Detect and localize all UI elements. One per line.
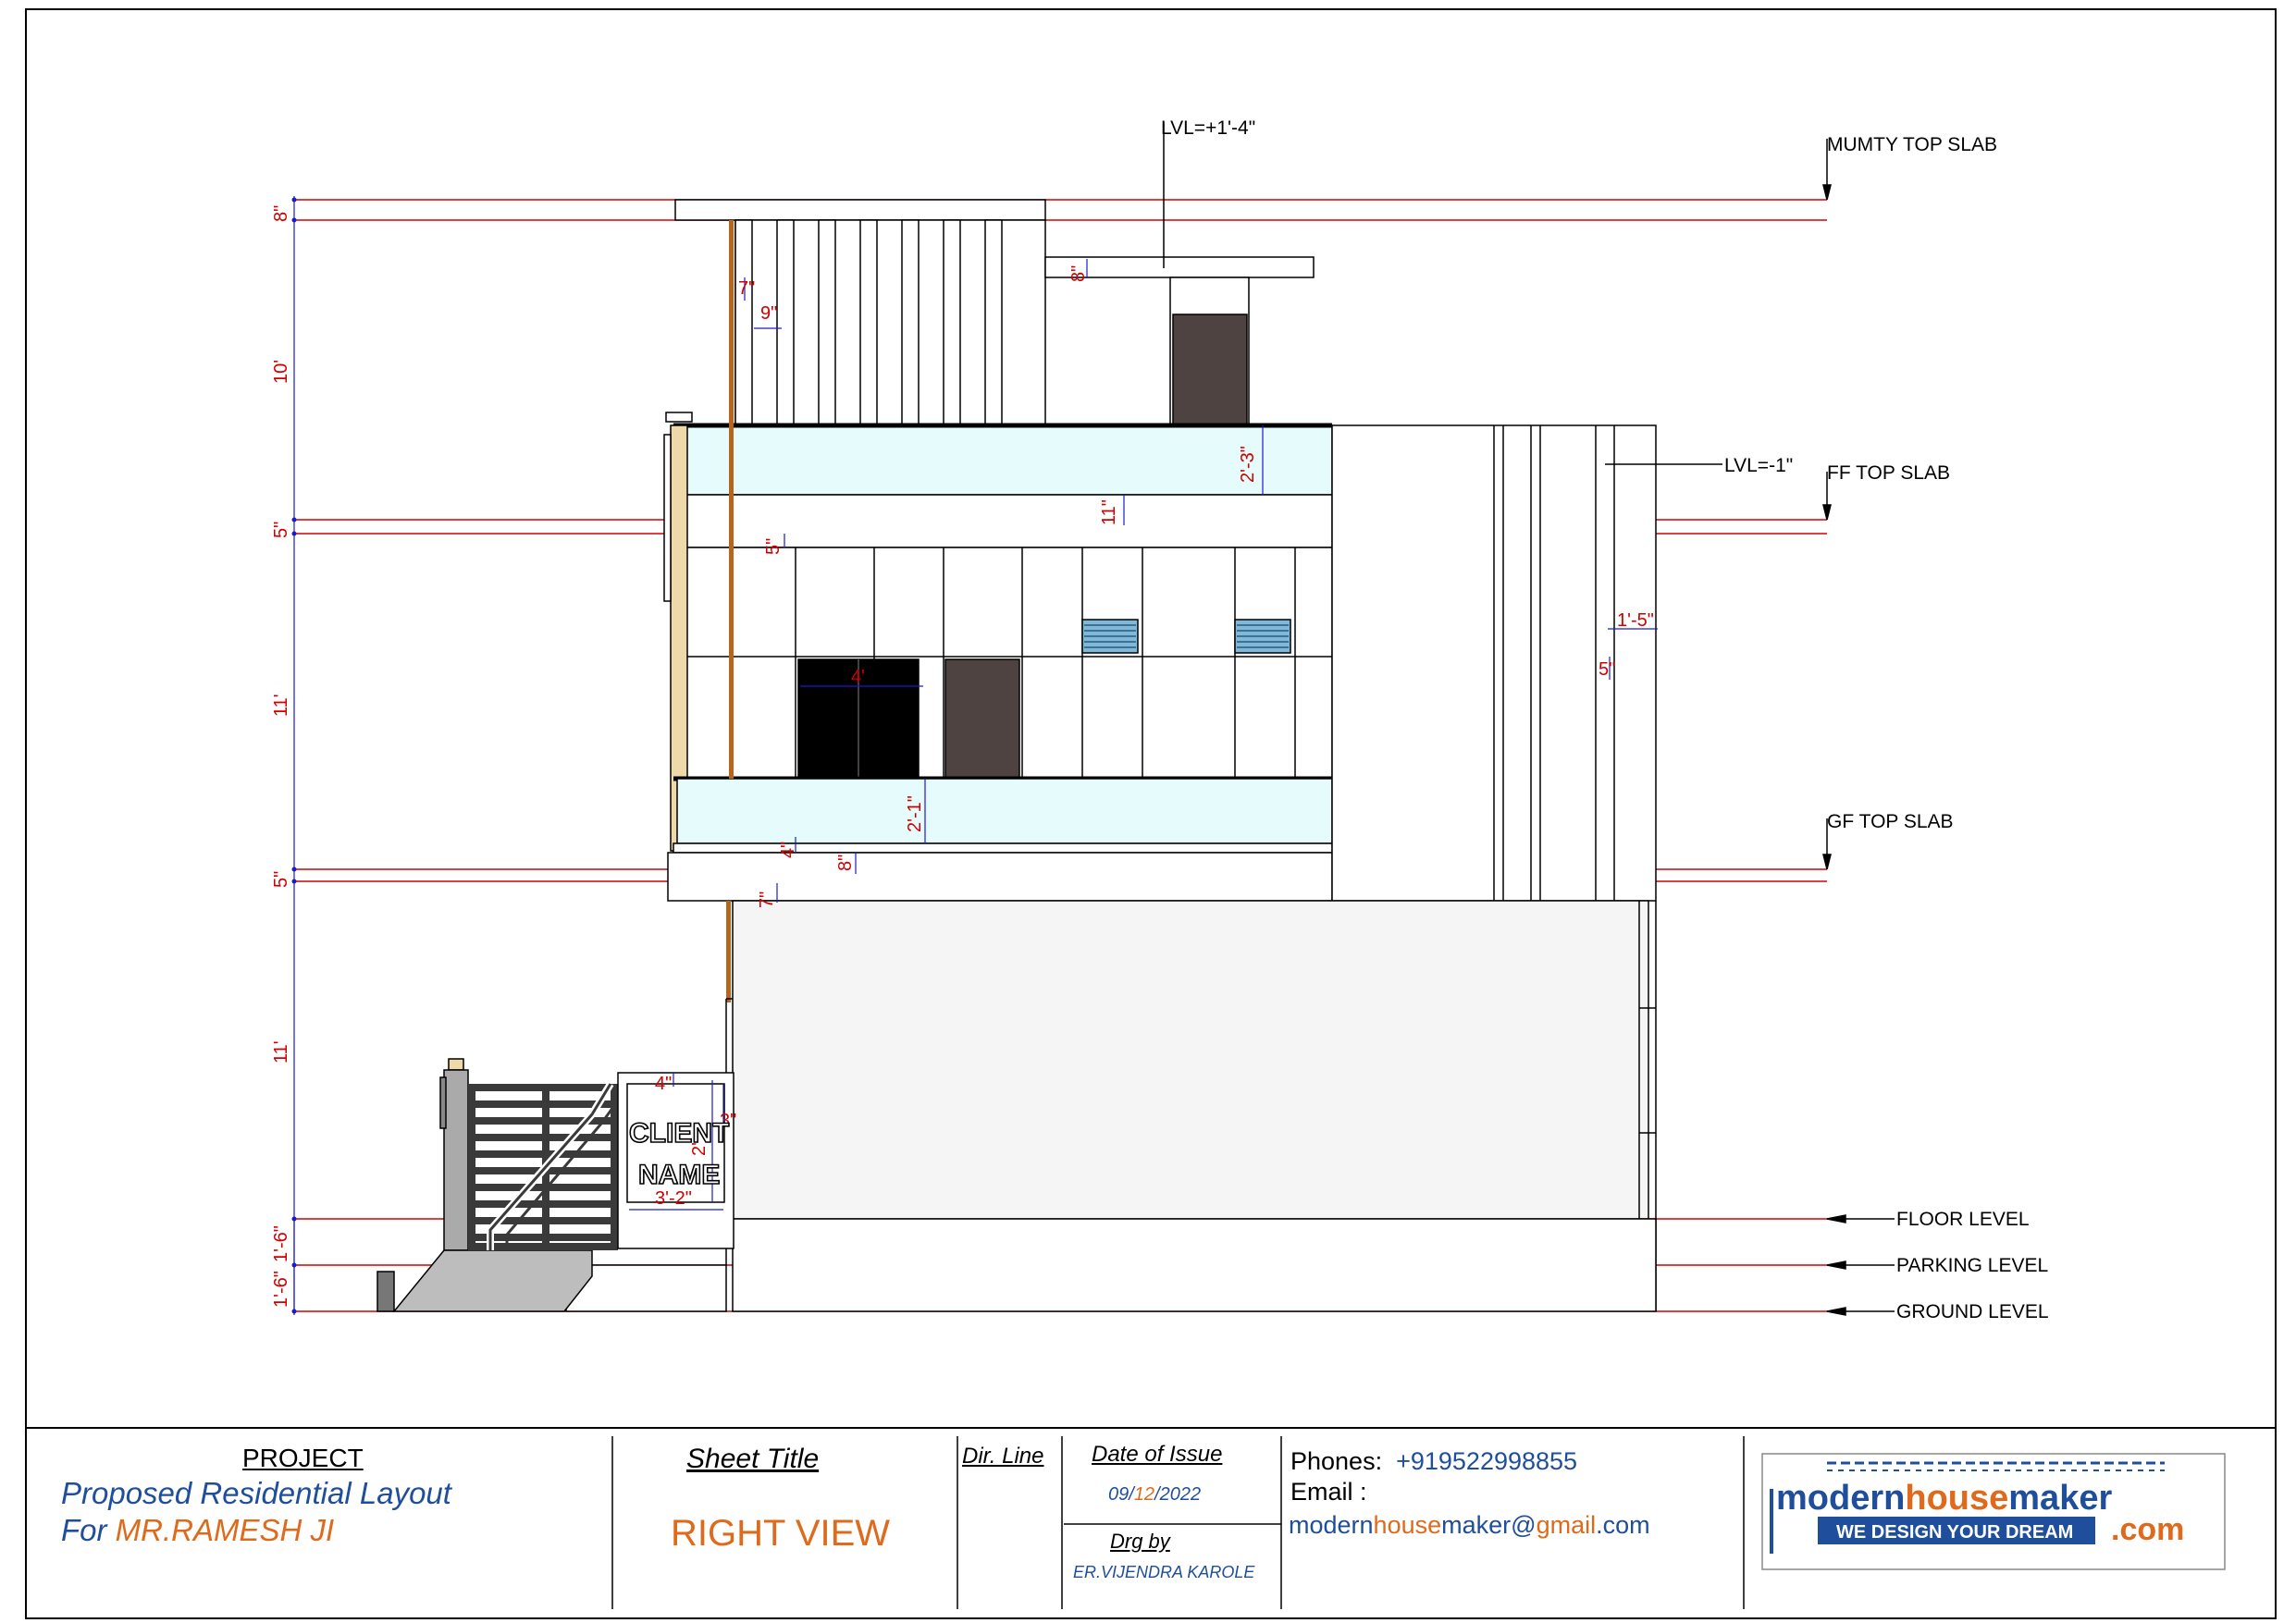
dim-text: 8" [1068, 265, 1089, 282]
dir-line-heading: Dir. Line [962, 1444, 1044, 1469]
client-name-line2: NAME [638, 1160, 720, 1190]
sheet-title: RIGHT VIEW [671, 1513, 891, 1554]
project-name: Proposed Residential Layout [61, 1476, 451, 1510]
dim-text: 2'-3" [1238, 446, 1258, 483]
level-label: MUMTY TOP SLAB [1827, 134, 1997, 155]
level-label: GROUND LEVEL [1896, 1301, 2049, 1322]
dim-text: 1'-6" [271, 1271, 291, 1308]
company-logo: modernhousemaker WE DESIGN YOUR DREAM .c… [1761, 1453, 2226, 1570]
email-label: Email : [1290, 1478, 1367, 1506]
vertical-dimension-chain [291, 196, 297, 1315]
email-part: modern [1289, 1511, 1374, 1539]
dim-text: 5" [271, 871, 291, 888]
dim-text: 10' [271, 360, 291, 384]
project-client: MR.RAMESH JI [115, 1513, 335, 1547]
drg-by-heading: Drg by [1110, 1530, 1170, 1553]
date-value: 09/12/2022 [1108, 1484, 1201, 1506]
phones-value: +919522998855 [1396, 1447, 1578, 1475]
project-for-label: For [61, 1513, 116, 1547]
dim-text: 4" [655, 1074, 672, 1094]
dim-text: 8" [271, 205, 291, 222]
level-label: PARKING LEVEL [1896, 1255, 2048, 1276]
phones-label: Phones: [1290, 1447, 1383, 1475]
dim-text: 8" [835, 855, 856, 871]
drg-by: ER.VIJENDRA KAROLE [1073, 1563, 1255, 1581]
dim-text: 1'-6" [271, 1225, 291, 1262]
project-for: For MR.RAMESH JI [61, 1513, 334, 1548]
dim-text: 11' [271, 1040, 291, 1064]
level-label: LVL=-1" [1724, 455, 1793, 476]
date-year: /2022 [1154, 1484, 1202, 1505]
logo-tld: .com [2111, 1512, 2184, 1547]
dim-text: 3'-2" [655, 1188, 692, 1209]
email-part: .com [1596, 1511, 1650, 1539]
dim-text: 5" [1599, 659, 1615, 680]
dim-text: 7" [738, 278, 755, 299]
dim-text: 4" [778, 842, 798, 858]
date-month: 12 [1133, 1484, 1155, 1505]
svg-text:modernhousemaker: modernhousemaker [1776, 1479, 2112, 1518]
dim-text: 1'-5" [1617, 610, 1654, 631]
elevation-drawing: 8" 10' 5" 11' 5" 11' 1'-6" 1'-6" 7" 9" 8… [25, 8, 2277, 1619]
dim-text: 7" [757, 891, 777, 908]
level-label: FF TOP SLAB [1827, 462, 1950, 484]
email-part: gmail [1536, 1511, 1597, 1539]
sheet-title-heading: Sheet Title [686, 1444, 820, 1474]
dim-text: 11' [271, 694, 291, 717]
level-label: LVL=+1'-4" [1161, 117, 1255, 139]
dim-text: 4' [851, 667, 865, 687]
gf-boundary-wall [732, 900, 1649, 1220]
building-structure [376, 199, 1657, 1312]
client-name-line1: CLIENT [629, 1118, 729, 1149]
phones-row: Phones: +919522998855 [1290, 1447, 1577, 1476]
ff-parapet-glass [673, 424, 1333, 496]
email-part: house [1373, 1511, 1442, 1539]
dim-text: 11" [1099, 499, 1119, 525]
dim-text: 2'-1" [905, 795, 925, 832]
dim-text: 5" [763, 538, 784, 555]
logo-word-modern: modern [1776, 1479, 1905, 1518]
mumty-door [1172, 314, 1248, 426]
logo-tagline: WE DESIGN YOUR DREAM [1836, 1522, 2073, 1543]
email-part: maker@ [1441, 1511, 1537, 1539]
ff-door [944, 658, 1020, 779]
date-day: 09/ [1108, 1484, 1134, 1505]
logo-word-house: house [1905, 1479, 2008, 1518]
dim-text: 5" [271, 522, 291, 538]
plinth [732, 1218, 1657, 1312]
logo-word-maker: maker [2008, 1479, 2112, 1518]
level-label: FLOOR LEVEL [1896, 1209, 2030, 1230]
mumty-roof-slab [674, 199, 1046, 221]
level-label: GF TOP SLAB [1827, 811, 1954, 832]
project-heading: PROJECT [242, 1444, 364, 1472]
dim-text: 9" [760, 303, 777, 324]
gf-parapet-glass [676, 778, 1333, 844]
email-value[interactable]: modernhousemaker@gmail.com [1289, 1511, 1650, 1540]
date-heading: Date of Issue [1092, 1442, 1223, 1467]
